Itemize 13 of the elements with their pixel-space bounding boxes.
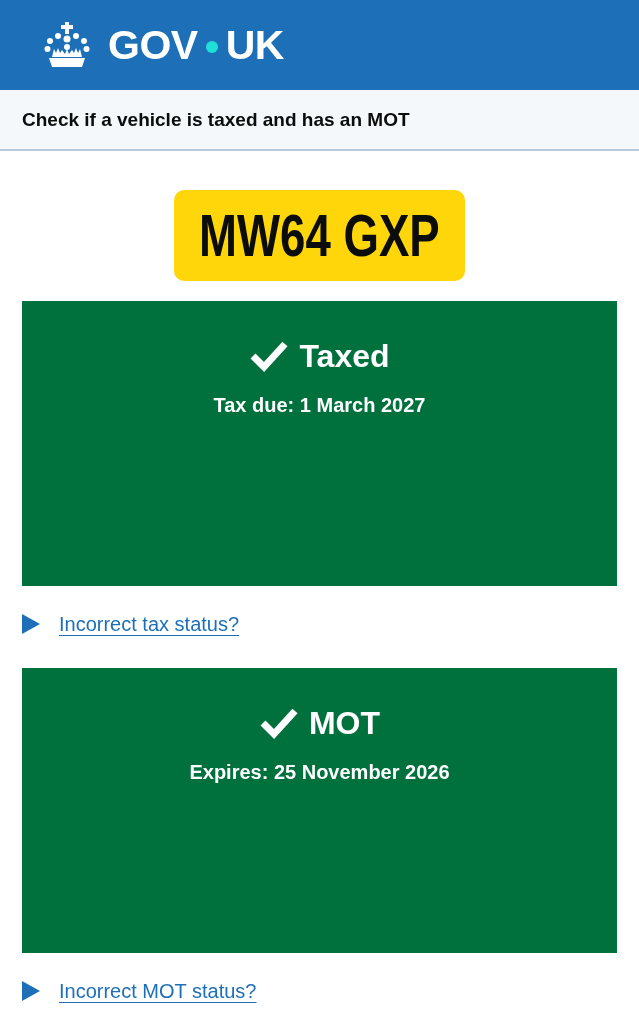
registration-plate: MW64 GXP (174, 190, 465, 281)
gov-uk-logo-link[interactable]: GOV UK (44, 21, 284, 69)
help-link[interactable]: Incorrect MOT status? (59, 977, 257, 1005)
status-detail: Tax due: 1 March 2027 (213, 393, 426, 418)
status-title: MOT (308, 704, 381, 743)
crown-icon (44, 22, 90, 68)
dot-icon (205, 41, 218, 53)
tick-icon (249, 339, 290, 373)
status-detail: Expires: 25 November 2026 (189, 760, 450, 785)
status-title: Taxed (299, 337, 390, 376)
service-name: Check if a vehicle is taxed and has an MOT (22, 108, 410, 131)
help-link[interactable]: Incorrect tax status? (59, 610, 240, 638)
tick-icon (258, 706, 299, 740)
